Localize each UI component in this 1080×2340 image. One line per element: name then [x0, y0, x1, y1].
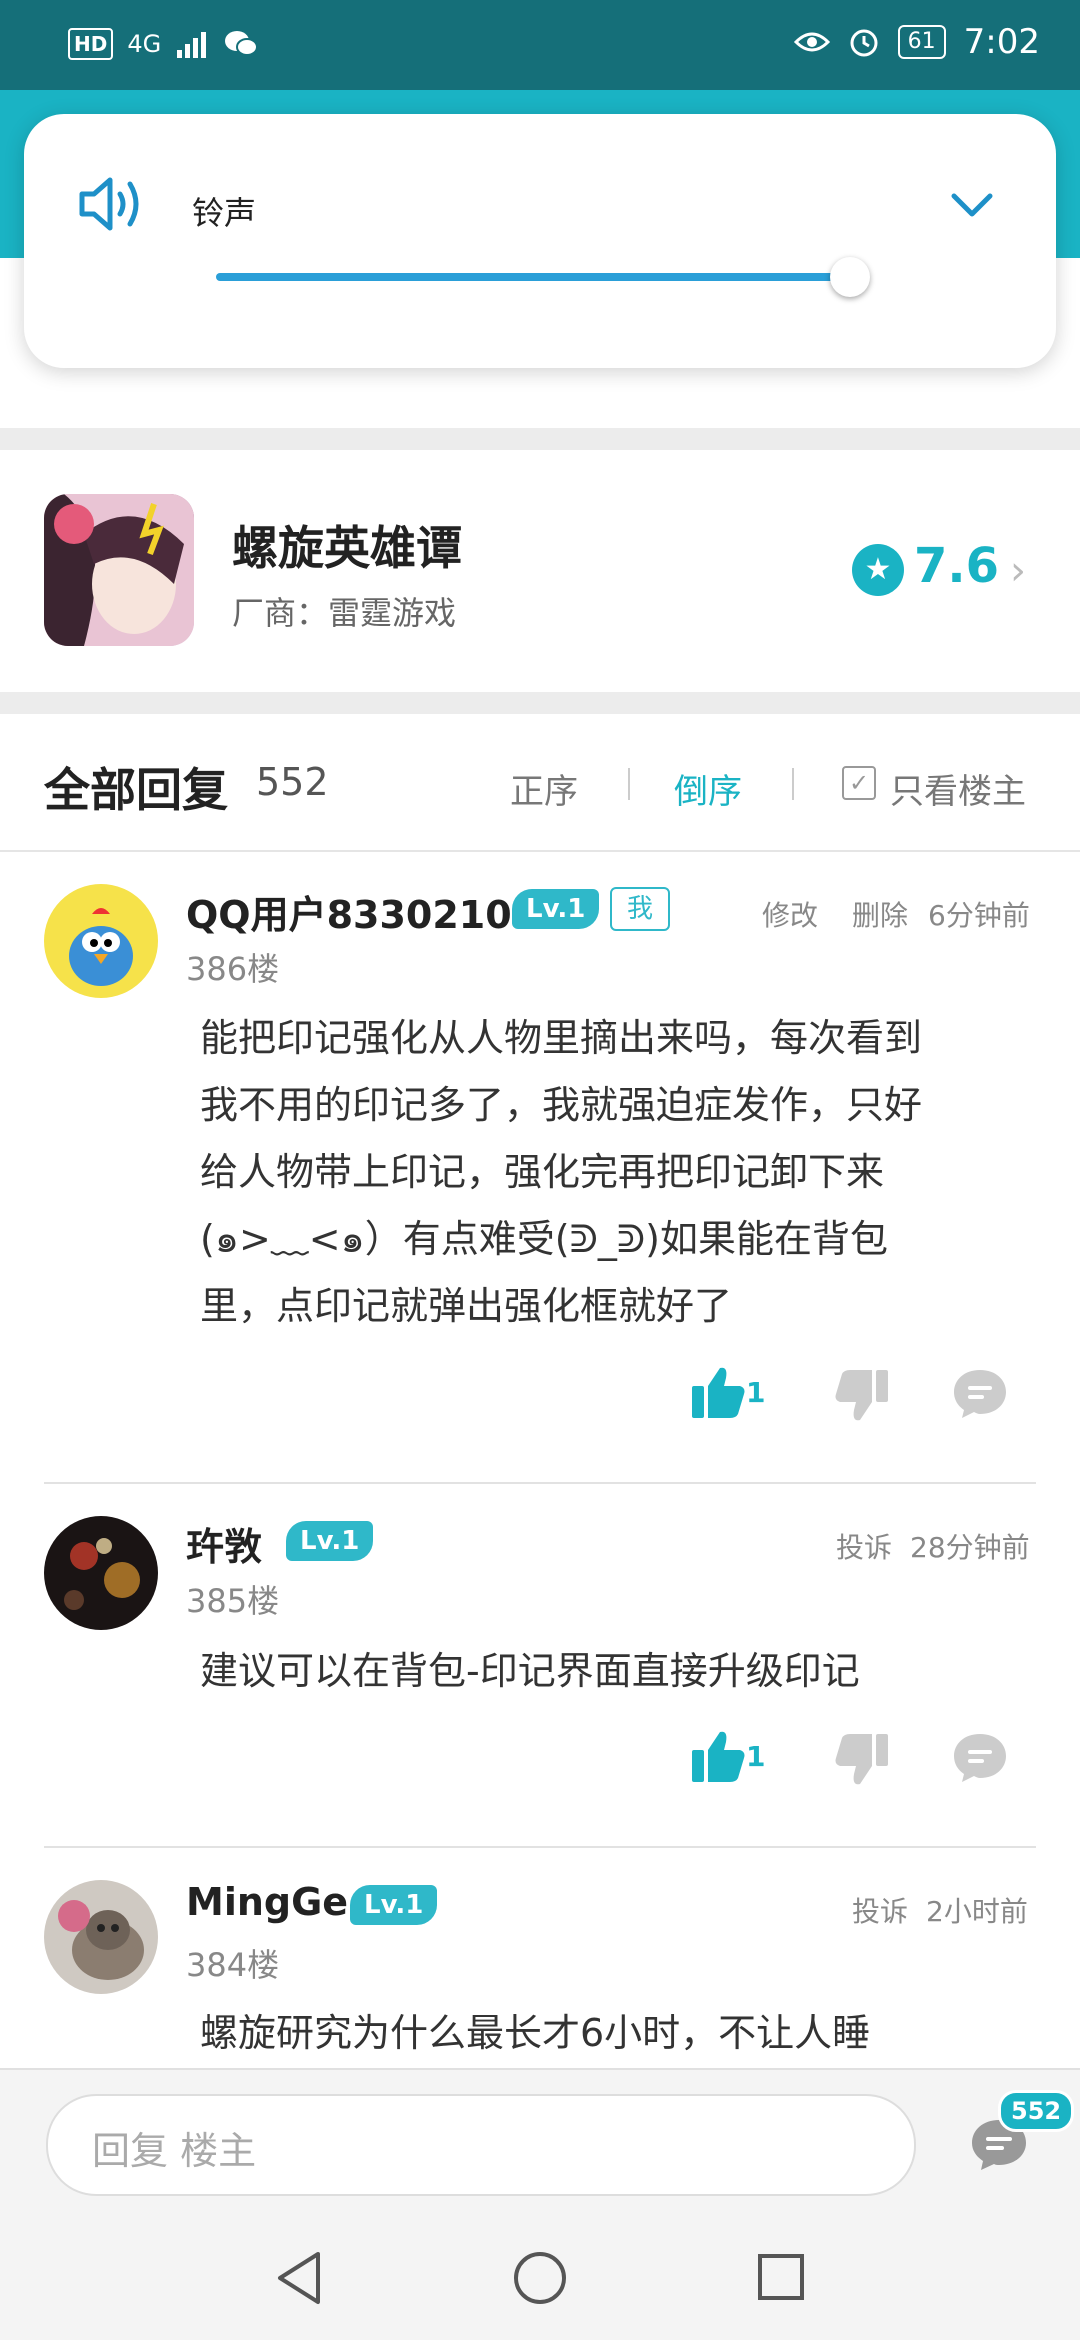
edit-button[interactable]: 修改	[762, 894, 818, 934]
report-button[interactable]: 投诉	[852, 1890, 908, 1930]
avatar[interactable]	[44, 884, 158, 998]
comment-line: 里，点印记就弹出强化框就好了	[200, 1284, 733, 1328]
report-button[interactable]: 投诉	[836, 1526, 892, 1566]
home-icon[interactable]	[512, 2250, 568, 2306]
like-count: 1	[746, 1376, 766, 1409]
divider	[628, 768, 630, 800]
replies-title: 全部回复	[44, 763, 228, 817]
alarm-icon	[850, 29, 878, 57]
only-op-checkbox[interactable]: ✓	[842, 766, 876, 800]
divider	[792, 768, 794, 800]
star-icon: ★	[852, 544, 904, 596]
back-icon[interactable]	[274, 2250, 324, 2306]
status-right: 61 7:02	[793, 22, 1040, 62]
comment-time: 2小时前	[926, 1895, 1028, 1928]
comment-username[interactable]: QQ用户8330210	[186, 884, 512, 939]
clock: 7:02	[963, 22, 1040, 62]
comment-time: 6分钟前	[928, 899, 1030, 932]
thumbs-up-icon[interactable]	[690, 1364, 750, 1420]
game-rating[interactable]: 7.6	[914, 538, 999, 594]
comment-count-badge: 552	[998, 2090, 1075, 2132]
comment-floor: 384楼	[186, 1946, 280, 1984]
chevron-right-icon[interactable]: ›	[1010, 548, 1026, 594]
comment-icon[interactable]	[950, 1728, 1010, 1784]
comment-icon[interactable]	[950, 1364, 1010, 1420]
avatar[interactable]	[44, 1880, 158, 1994]
signal-icon	[177, 32, 207, 58]
game-maker: 厂商：雷霆游戏	[232, 594, 457, 632]
me-badge: 我	[610, 887, 670, 931]
navigation-bar	[0, 2216, 1080, 2340]
volume-panel	[24, 114, 1056, 368]
comment-time: 28分钟前	[910, 1531, 1030, 1564]
volume-slider-thumb[interactable]	[830, 257, 870, 297]
like-count: 1	[746, 1740, 766, 1773]
comment-floor: 385楼	[186, 1582, 280, 1620]
level-badge: Lv.1	[512, 889, 600, 929]
comment-line: 能把印记强化从人物里摘出来吗，每次看到	[200, 1016, 923, 1060]
game-icon[interactable]	[44, 494, 194, 646]
comment-username[interactable]: MingGe	[186, 1880, 348, 1924]
battery-indicator: 61	[897, 25, 946, 59]
level-badge: Lv.1	[350, 1885, 438, 1925]
divider	[44, 1846, 1036, 1848]
comment-line: 给人物带上印记，强化完再把印记卸下来	[200, 1150, 885, 1194]
comment-text: 螺旋研究为什么最长才6小时，不让人睡	[200, 2000, 1040, 2067]
volume-label: 铃声	[192, 194, 257, 232]
network-indicator: 4G	[127, 30, 162, 58]
comment-line: (๑>﹏<๑）有点难受(ᕲ_ᕲ)如果能在背包	[200, 1217, 888, 1261]
status-left: HD 4G	[68, 28, 259, 60]
thumbs-down-icon[interactable]	[830, 1732, 890, 1788]
comment-line: 建议可以在背包-印记界面直接升级印记	[200, 1649, 860, 1693]
volume-slider-track[interactable]	[216, 273, 852, 281]
comment-floor: 386楼	[186, 950, 280, 988]
recents-icon[interactable]	[756, 2252, 806, 2302]
only-op-label[interactable]: 只看楼主	[890, 764, 1026, 813]
reply-placeholder[interactable]: 回复 楼主	[92, 2120, 256, 2175]
comment-username[interactable]: 玝敩	[186, 1516, 262, 1571]
divider	[44, 1482, 1036, 1484]
hd-indicator: HD	[68, 28, 114, 60]
avatar[interactable]	[44, 1516, 158, 1630]
sort-ascending-button[interactable]: 正序	[510, 764, 578, 813]
section-divider	[0, 428, 1080, 450]
game-title[interactable]: 螺旋英雄谭	[232, 512, 462, 578]
comment-text: 能把印记强化从人物里摘出来吗，每次看到 我不用的印记多了，我就强迫症发作，只好 …	[200, 1005, 1040, 1340]
thumbs-down-icon[interactable]	[830, 1368, 890, 1424]
comment-line: 螺旋研究为什么最长才6小时，不让人睡	[200, 2011, 871, 2055]
wechat-icon	[225, 31, 259, 56]
delete-button[interactable]: 删除	[852, 894, 908, 934]
level-badge: Lv.1	[286, 1521, 374, 1561]
sort-descending-button[interactable]: 倒序	[674, 764, 742, 813]
comment-text: 建议可以在背包-印记界面直接升级印记	[200, 1638, 1040, 1705]
chevron-down-icon[interactable]	[950, 188, 994, 220]
divider	[0, 850, 1080, 852]
thumbs-up-icon[interactable]	[690, 1728, 750, 1784]
section-divider	[0, 692, 1080, 714]
replies-count: 552	[256, 760, 329, 804]
speaker-icon[interactable]	[76, 172, 146, 236]
comment-line: 我不用的印记多了，我就强迫症发作，只好	[200, 1083, 923, 1127]
eye-icon	[793, 32, 830, 52]
